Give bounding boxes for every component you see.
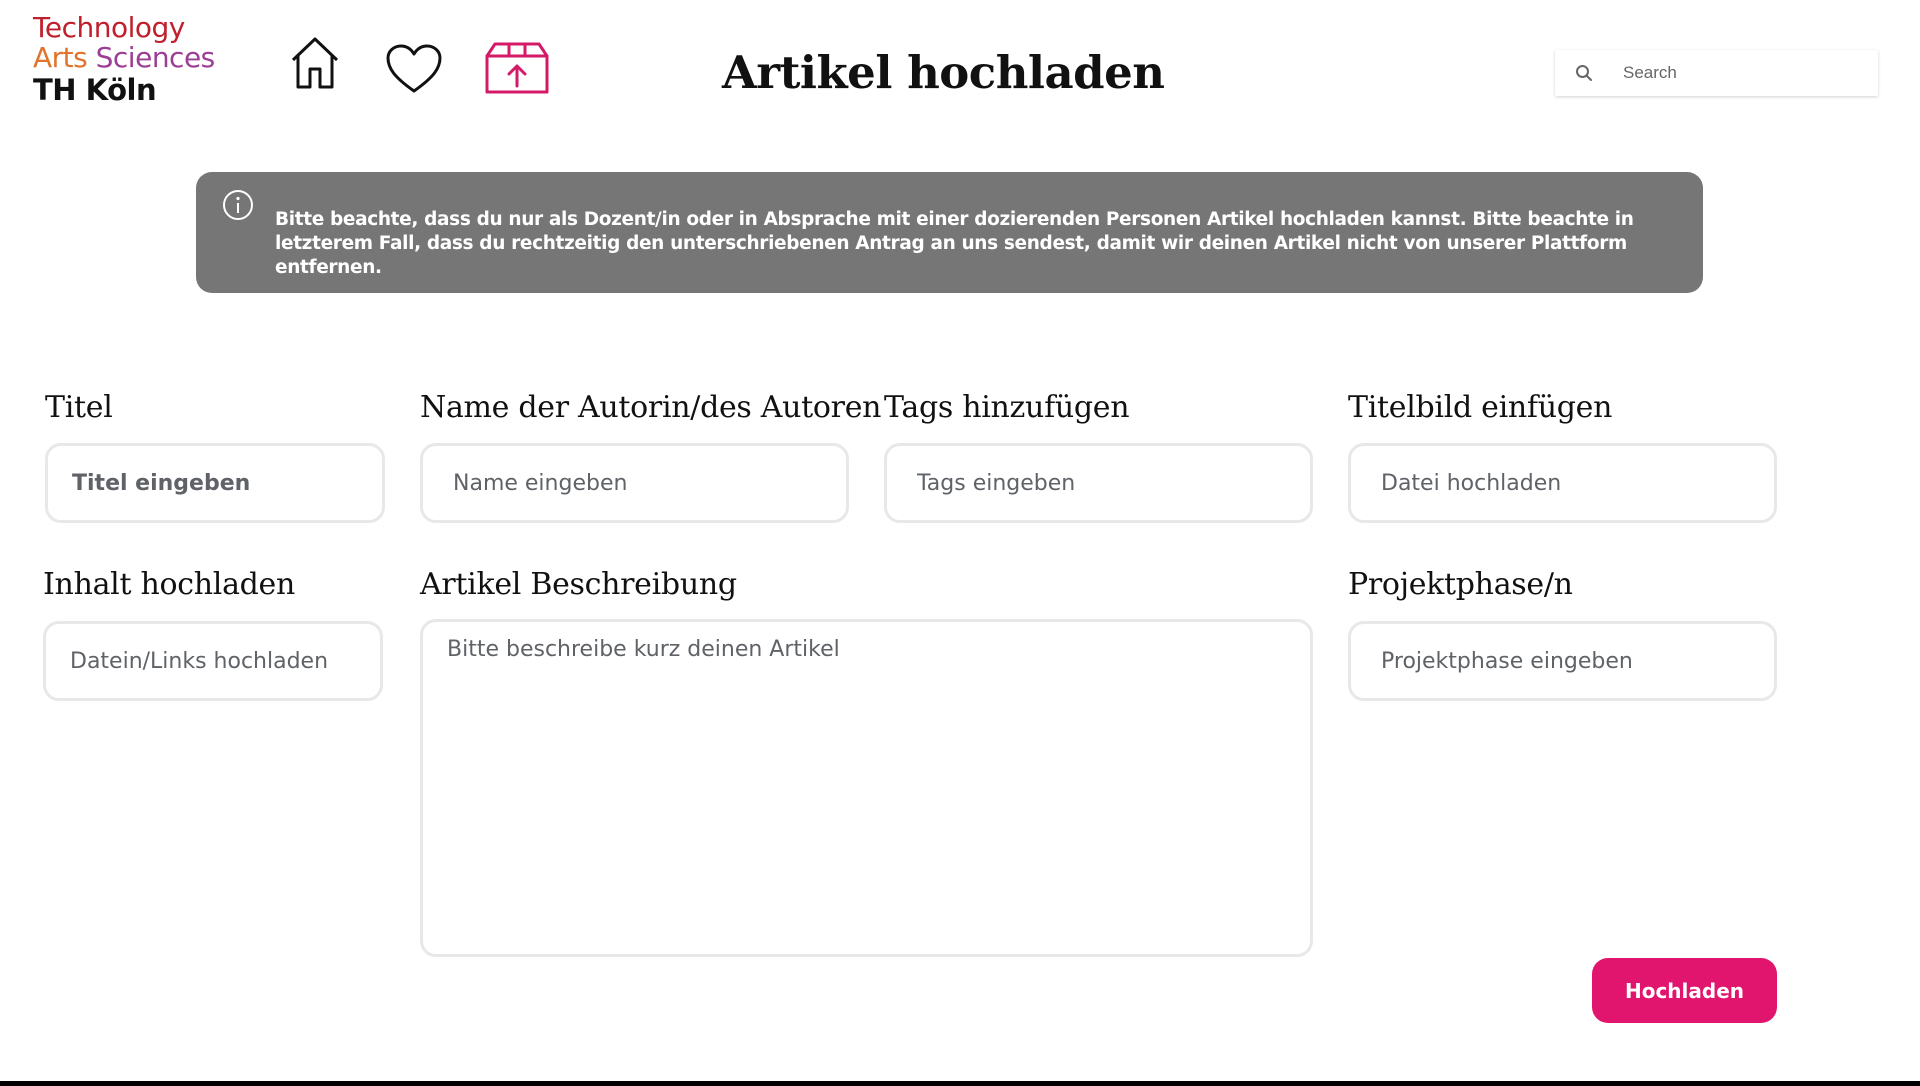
cover-upload-input[interactable] [1348,443,1777,523]
info-notice: Bitte beachte, dass du nur als Dozent/in… [196,172,1703,293]
home-icon[interactable] [290,36,340,90]
th-koeln-logo[interactable]: Technology Arts Sciences TH Köln [33,14,215,105]
content-upload-input[interactable] [43,621,383,701]
tags-label: Tags hinzufügen [884,390,1130,425]
search-input[interactable] [1623,63,1853,83]
author-input[interactable] [420,443,849,523]
author-label: Name der Autorin/des Autoren [420,390,882,425]
phase-label: Projektphase/n [1348,567,1573,602]
upload-box-icon[interactable] [485,42,549,94]
tags-input[interactable] [884,443,1313,523]
logo-arts: Arts [33,41,88,74]
upload-submit-button[interactable]: Hochladen [1592,958,1777,1023]
content-label: Inhalt hochladen [43,567,296,602]
page-title: Artikel hochladen [722,46,1165,99]
search-icon [1575,64,1595,82]
titel-input[interactable] [45,443,385,523]
logo-technology: Technology [33,11,185,44]
bottom-bar [0,1081,1920,1086]
heart-icon[interactable] [386,44,442,94]
phase-input[interactable] [1348,621,1777,701]
description-textarea[interactable] [420,619,1313,957]
description-label: Artikel Beschreibung [420,567,737,602]
search-box[interactable] [1555,50,1878,96]
cover-label: Titelbild einfügen [1348,390,1613,425]
info-icon [222,189,254,225]
logo-sciences: Sciences [95,41,216,74]
logo-arts-sciences: Arts Sciences [33,44,215,72]
upload-article-page: Technology Arts Sciences TH Köln Artikel… [0,0,1920,1086]
titel-label: Titel [45,390,113,425]
notice-text: Bitte beachte, dass du nur als Dozent/in… [275,209,1634,278]
logo-th-koeln: TH Köln [33,73,157,107]
